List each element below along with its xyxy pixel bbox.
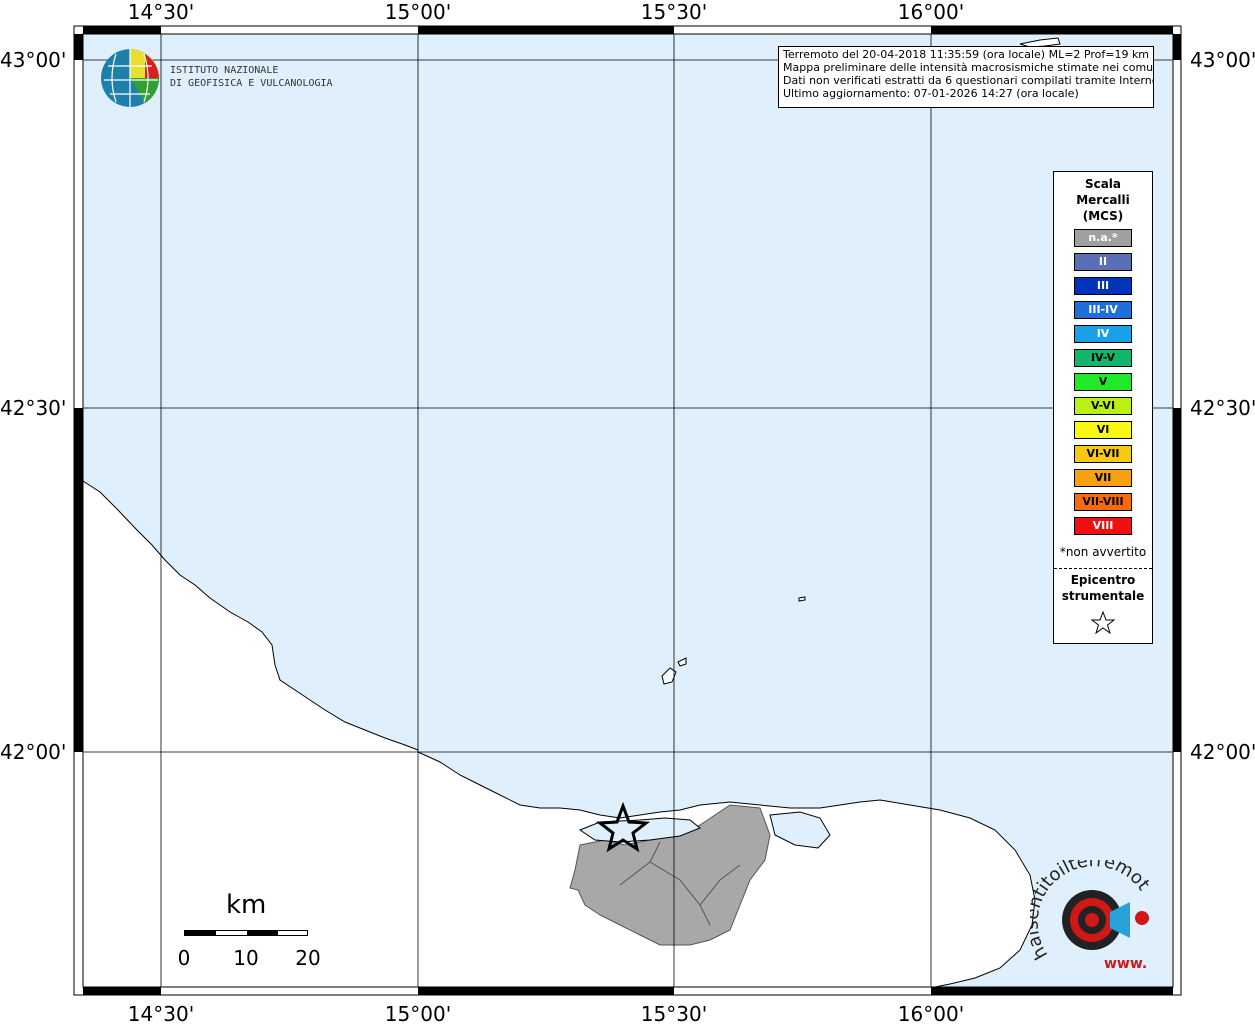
lat-label-left: 42°30'	[0, 396, 67, 420]
legend-swatch: n.a.*	[1074, 229, 1132, 247]
legend-swatch: III-IV	[1074, 301, 1132, 319]
scale-bar: km 0 10 20	[170, 890, 330, 970]
lon-label-bottom: 15°00'	[384, 1002, 452, 1026]
legend-epicenter-line: strumentale	[1061, 589, 1145, 603]
island	[798, 596, 806, 602]
info-line: Dati non verificati estratti da 6 questi…	[783, 74, 1154, 87]
legend-note: *non avvertito	[1059, 545, 1147, 559]
legend-title-line: Mercalli	[1076, 193, 1130, 207]
ingv-globe-icon	[101, 49, 160, 107]
legend-epicenter-line: Epicentro	[1070, 573, 1136, 587]
info-line: Ultimo aggiornamento: 07-01-2026 14:27 (…	[783, 87, 1079, 100]
lon-label-top: 14°30'	[127, 0, 195, 24]
lon-label-top: 15°00'	[384, 0, 452, 24]
lon-label-bottom: 15°30'	[640, 1002, 708, 1026]
scale-tick: 20	[295, 946, 321, 970]
lat-label-left: 42°00'	[0, 740, 67, 764]
scale-unit: km	[226, 890, 267, 920]
legend-swatch: V-VI	[1074, 397, 1132, 415]
legend-title-line: Scala	[1084, 177, 1122, 191]
legend-swatch: VII-VIII	[1074, 493, 1132, 511]
lon-label-bottom: 16°00'	[897, 1002, 965, 1026]
scale-bar-graphic	[184, 930, 308, 936]
earthquake-info-box: Terremoto del 20-04-2018 11:35:59 (ora l…	[778, 46, 1154, 108]
scale-tick: 0	[177, 946, 191, 970]
lon-label-top: 16°00'	[897, 0, 965, 24]
legend-swatch: II	[1074, 253, 1132, 271]
legend-swatch: III	[1074, 277, 1132, 295]
lat-label-right: 42°30'	[1190, 396, 1255, 420]
legend-epicenter-label: Epicentro strumentale	[1054, 572, 1152, 604]
logo-line: ISTITUTO NAZIONALE	[170, 65, 279, 76]
legend-swatch: V	[1074, 373, 1132, 391]
legend-swatch: VIII	[1074, 517, 1132, 535]
lon-label-top: 15°30'	[640, 0, 708, 24]
legend-swatch: IV	[1074, 325, 1132, 343]
scale-tick: 10	[233, 946, 259, 970]
lat-label-right: 43°00'	[1190, 48, 1255, 72]
star-icon	[1090, 610, 1116, 634]
info-line: Mappa preliminare delle intensità macros…	[783, 61, 1154, 74]
legend-divider	[1054, 568, 1152, 569]
legend-swatch: VI-VII	[1074, 445, 1132, 463]
lat-label-right: 42°00'	[1190, 740, 1255, 764]
legend-swatch: VII	[1074, 469, 1132, 487]
ingv-logo-text: ISTITUTO NAZIONALE DI GEOFISICA E VULCAN…	[170, 64, 333, 90]
legend-swatch: IV-V	[1074, 349, 1132, 367]
legend-title: Scala Mercalli (MCS)	[1054, 176, 1152, 224]
target-megaphone-icon: haisentitoilterremoto.it www.	[1030, 860, 1154, 972]
lat-label-left: 43°00'	[0, 48, 67, 72]
info-line: Terremoto del 20-04-2018 11:35:59 (ora l…	[783, 48, 1150, 61]
legend-swatch: VI	[1074, 421, 1132, 439]
badge-prefix: www.	[1104, 956, 1147, 972]
logo-line: DI GEOFISICA E VULCANOLOGIA	[170, 78, 333, 89]
legend-title-line: (MCS)	[1082, 209, 1124, 223]
mcs-legend: Scala Mercalli (MCS) n.a.* II III III-IV IV I…	[1053, 171, 1153, 644]
lon-label-bottom: 14°30'	[127, 1002, 195, 1026]
